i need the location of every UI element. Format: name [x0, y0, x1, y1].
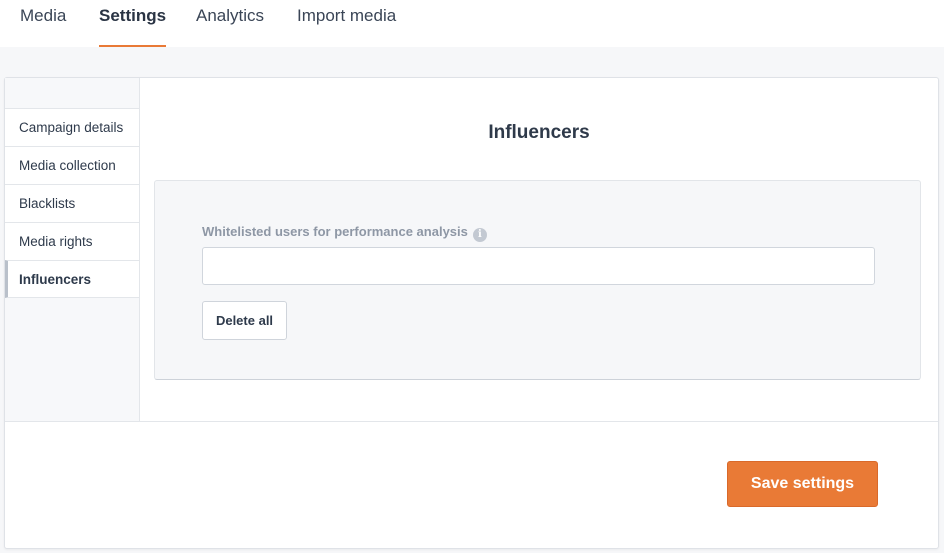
section-title: Influencers [488, 122, 590, 143]
save-settings-button[interactable]: Save settings [727, 461, 878, 507]
whitelist-field-label: Whitelisted users for performance analys… [202, 224, 487, 242]
info-icon[interactable]: i [472, 228, 487, 242]
delete-all-button[interactable]: Delete all [202, 301, 287, 340]
tab-media[interactable]: Media [20, 0, 66, 47]
whitelist-users-input[interactable] [202, 247, 875, 285]
tab-analytics[interactable]: Analytics [196, 0, 264, 47]
whitelist-panel: Whitelisted users for performance analys… [154, 180, 921, 380]
sidebar-item-blacklists[interactable]: Blacklists [5, 184, 139, 222]
tab-settings[interactable]: Settings [99, 0, 167, 47]
sidebar-item-campaign-details[interactable]: Campaign details [5, 108, 139, 146]
top-navigation: Media Settings Analytics Import media [0, 0, 944, 47]
settings-sidebar: Campaign details Media collection Blackl… [5, 78, 140, 421]
footer-divider [5, 421, 938, 422]
sidebar-item-media-rights[interactable]: Media rights [5, 222, 139, 260]
sidebar-item-influencers[interactable]: Influencers [5, 260, 139, 298]
tab-import-media[interactable]: Import media [297, 0, 396, 47]
settings-card: Campaign details Media collection Blackl… [4, 77, 939, 549]
whitelist-label-text: Whitelisted users for performance analys… [202, 224, 468, 239]
sidebar-item-media-collection[interactable]: Media collection [5, 146, 139, 184]
